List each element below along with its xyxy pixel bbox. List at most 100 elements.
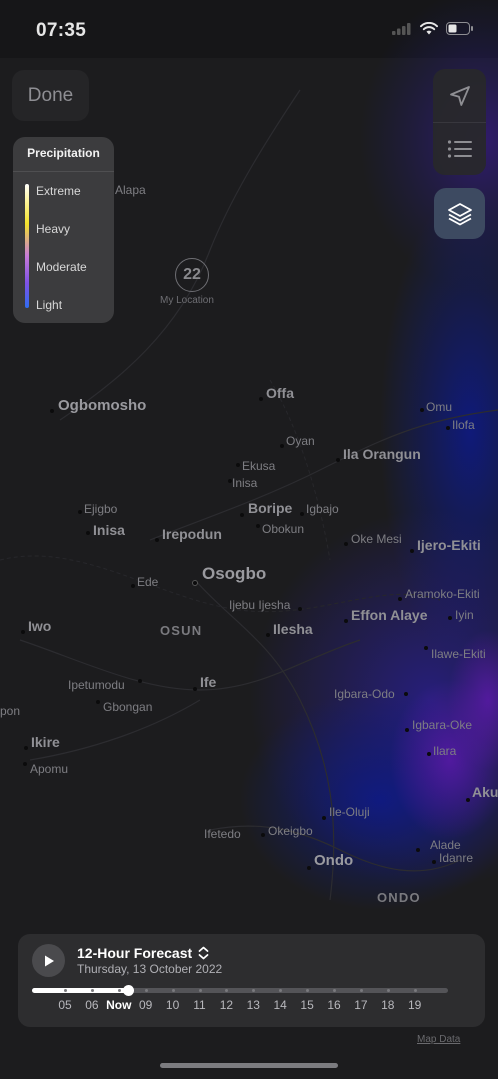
timeline-hour-label[interactable]: 18	[381, 998, 394, 1012]
play-button[interactable]	[32, 944, 65, 977]
city-dot	[240, 513, 244, 517]
map-label[interactable]: Ife	[200, 674, 216, 690]
status-time: 07:35	[36, 20, 87, 41]
map-label[interactable]: Irepodun	[162, 526, 222, 542]
map-label[interactable]: Ifetedo	[204, 827, 241, 841]
map-label[interactable]: Aku	[472, 784, 498, 800]
map-label[interactable]: Ilawe-Ekiti	[431, 647, 486, 661]
city-dot	[410, 549, 414, 553]
city-dot	[448, 616, 452, 620]
map-label[interactable]: Ile-Oluji	[329, 805, 370, 819]
status-icons	[392, 22, 474, 35]
map-label[interactable]: Inisa	[232, 476, 257, 490]
my-location-marker[interactable]: 22	[175, 258, 209, 292]
timeline-hour-label[interactable]: 06	[85, 998, 98, 1012]
timeline-hour-label[interactable]: 19	[408, 998, 421, 1012]
map-label[interactable]: Alapa	[115, 183, 146, 197]
map-label[interactable]: Inisa	[93, 522, 125, 538]
map-label[interactable]: Iwo	[28, 618, 51, 634]
timeline-hour-label[interactable]: 09	[139, 998, 152, 1012]
city-dot	[398, 597, 402, 601]
map-label[interactable]: Offa	[266, 385, 294, 401]
city-dot	[344, 619, 348, 623]
map-label[interactable]: Idanre	[439, 851, 473, 865]
timeline-tick	[64, 989, 67, 992]
map-label[interactable]: Ekusa	[242, 459, 275, 473]
timeline-tick	[413, 989, 417, 992]
city-dot	[21, 630, 25, 634]
city-dot	[432, 860, 436, 864]
wifi-icon	[420, 22, 438, 35]
city-dot	[155, 538, 159, 542]
timeline-hour-label[interactable]: 13	[247, 998, 260, 1012]
timeline-hour-label[interactable]: 14	[274, 998, 287, 1012]
map-label[interactable]: Igbara-Odo	[334, 687, 395, 701]
map-label[interactable]: Ilofa	[452, 418, 475, 432]
city-dot	[236, 463, 240, 467]
home-indicator[interactable]	[160, 1063, 338, 1068]
timeline-tick	[252, 989, 256, 992]
map-label[interactable]: Oke Mesi	[351, 532, 402, 546]
map-label[interactable]: Osogbo	[202, 564, 266, 584]
city-dot	[336, 458, 340, 462]
map-label[interactable]: Ijero-Ekiti	[417, 537, 481, 553]
map-label[interactable]: Igbara-Oke	[412, 718, 472, 732]
map-label[interactable]: Ondo	[314, 852, 353, 869]
map-label[interactable]: Boripe	[248, 500, 292, 516]
done-button[interactable]: Done	[12, 70, 89, 121]
divider	[13, 171, 114, 172]
map-label[interactable]: Apomu	[30, 762, 68, 776]
map-label[interactable]: Ikire	[31, 734, 60, 750]
timeline-hour-label[interactable]: 17	[354, 998, 367, 1012]
timeline-slider[interactable]	[32, 985, 448, 996]
battery-icon	[446, 22, 473, 35]
map-data-link[interactable]: Map Data	[417, 1034, 460, 1045]
map-label[interactable]: Ipetumodu	[68, 678, 125, 692]
map-label[interactable]: Ejigbo	[84, 502, 117, 516]
timeline-hour-label[interactable]: 10	[166, 998, 179, 1012]
legend-item-heavy: Heavy	[36, 222, 71, 236]
map-label[interactable]: Obokun	[262, 522, 304, 536]
locations-list-button[interactable]	[433, 122, 486, 175]
map-label[interactable]: Ogbomosho	[58, 397, 146, 414]
map-label[interactable]: OSUN	[160, 623, 202, 638]
locate-me-button[interactable]	[433, 69, 486, 122]
city-dot	[259, 397, 263, 401]
timeline-tick	[90, 989, 94, 992]
timeline-hour-label[interactable]: 05	[58, 998, 71, 1012]
city-dot	[266, 633, 270, 637]
map-label[interactable]: Omu	[426, 400, 452, 414]
map-label[interactable]: Alade	[430, 838, 461, 852]
city-dot	[405, 728, 409, 732]
timeline-tick	[225, 989, 229, 992]
map-label[interactable]: Ila Orangun	[343, 446, 421, 462]
timeline-hour-label[interactable]: 15	[300, 998, 313, 1012]
map-label[interactable]: Gbongan	[103, 700, 152, 714]
map-label[interactable]: ONDO	[377, 890, 421, 905]
map-layers-button[interactable]	[434, 188, 485, 239]
map-label[interactable]: Ilara	[433, 744, 456, 758]
forecast-title-button[interactable]: 12-Hour Forecast	[77, 945, 209, 961]
list-icon	[447, 139, 472, 158]
forecast-panel: 12-Hour Forecast Thursday, 13 October 20…	[18, 934, 485, 1027]
map-label[interactable]: Oyan	[286, 434, 315, 448]
timeline-hour-label[interactable]: 16	[327, 998, 340, 1012]
map-label[interactable]: Ede	[137, 575, 158, 589]
timeline-hour-label[interactable]: 12	[220, 998, 233, 1012]
city-dot	[280, 444, 284, 448]
map-label[interactable]: Iyin	[455, 608, 474, 622]
my-location-label: My Location	[160, 295, 214, 306]
timeline-hour-label[interactable]: 11	[193, 998, 205, 1012]
map-label[interactable]: Aramoko-Ekiti	[405, 587, 480, 601]
timeline-tick	[386, 989, 390, 992]
map-label[interactable]: Igbajo	[306, 502, 339, 516]
map-label[interactable]: Ilesha	[273, 621, 313, 637]
timeline-thumb[interactable]	[122, 985, 134, 996]
timeline-hour-label[interactable]: Now	[106, 998, 131, 1012]
map-label[interactable]: Effon Alaye	[351, 607, 428, 623]
map-label[interactable]: pon	[0, 704, 20, 718]
city-dot	[416, 848, 420, 852]
map-label[interactable]: Okeigbo	[268, 824, 313, 838]
map-label[interactable]: Ijebu Ijesha	[229, 598, 290, 612]
city-dot	[193, 687, 197, 691]
